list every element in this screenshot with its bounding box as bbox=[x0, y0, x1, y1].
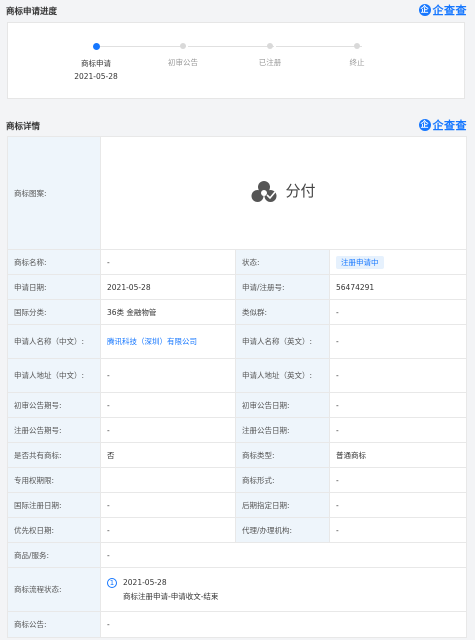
table-row: 注册公告期号: - 注册公告日期: - bbox=[7, 417, 467, 443]
step-label: 商标申请 bbox=[81, 59, 111, 68]
field-label: 注册公告日期: bbox=[235, 417, 330, 443]
table-row: 商标流程状态: 1 2021-05-28 商标注册申请-申请收文-结束 bbox=[7, 567, 467, 612]
field-label: 初审公告期号: bbox=[7, 392, 101, 418]
step-dot bbox=[354, 43, 360, 49]
field-value: - bbox=[329, 299, 467, 325]
fenfu-logo-icon bbox=[251, 180, 277, 202]
field-label: 申请人名称（英文）: bbox=[235, 324, 330, 359]
trademark-text: 分付 bbox=[285, 182, 316, 200]
qcc-logo-icon: 企 bbox=[418, 4, 431, 16]
field-value: - bbox=[329, 324, 467, 359]
table-row: 优先权日期: - 代理/办理机构: - bbox=[7, 517, 467, 543]
step-label: 已注册 bbox=[258, 58, 282, 67]
flow-description: 商标注册申请-申请收文-结束 bbox=[123, 592, 219, 601]
field-value: 56474291 bbox=[329, 274, 467, 300]
field-label: 申请人名称（中文）: bbox=[7, 324, 101, 359]
flow-step-number: 1 bbox=[107, 578, 117, 588]
field-label: 初审公告日期: bbox=[235, 392, 330, 418]
field-value: - bbox=[100, 417, 236, 443]
field-value: 36类 金融物管 bbox=[100, 299, 236, 325]
table-row: 商标名称: - 状态: 注册申请中 bbox=[7, 249, 467, 275]
field-value: - bbox=[100, 542, 467, 568]
field-label: 国际注册日期: bbox=[7, 492, 101, 518]
field-value: - bbox=[329, 517, 467, 543]
field-label: 申请人地址（中文）: bbox=[7, 358, 101, 393]
field-value: 2021-05-28 bbox=[100, 274, 236, 300]
step-registered: 已注册 bbox=[230, 43, 310, 68]
field-value: - bbox=[100, 492, 236, 518]
table-row: 商标公告: - bbox=[7, 611, 467, 638]
field-value: - bbox=[100, 249, 236, 275]
progress-card: 商标申请 2021-05-28 初审公告 已注册 终止 bbox=[7, 22, 465, 99]
field-label: 专用权期限: bbox=[7, 467, 101, 493]
field-label: 商标形式: bbox=[235, 467, 330, 493]
trademark-image: 分付 bbox=[100, 136, 467, 250]
field-label: 申请/注册号: bbox=[235, 274, 330, 300]
table-row: 商品/服务: - bbox=[7, 542, 467, 568]
field-label: 类似群: bbox=[235, 299, 330, 325]
field-label: 注册公告期号: bbox=[7, 417, 101, 443]
details-title: 商标详情 bbox=[6, 122, 41, 132]
table-row: 国际注册日期: - 后期指定日期: - bbox=[7, 492, 467, 518]
status-badge: 注册申请中 bbox=[336, 255, 384, 269]
flow-cell: 1 2021-05-28 商标注册申请-申请收文-结束 bbox=[100, 567, 467, 612]
field-value: - bbox=[100, 611, 467, 638]
step-dot bbox=[180, 43, 186, 49]
field-label: 申请日期: bbox=[7, 274, 101, 300]
qcc-logo-icon: 企 bbox=[418, 119, 431, 131]
field-value: - bbox=[100, 392, 236, 418]
table-row: 商标图案: 分付 bbox=[7, 136, 467, 250]
field-label: 后期指定日期: bbox=[235, 492, 330, 518]
field-value: - bbox=[329, 467, 467, 493]
step-dot bbox=[267, 43, 273, 49]
field-value: - bbox=[329, 392, 467, 418]
step-preliminary: 初审公告 bbox=[143, 43, 223, 68]
field-label: 商标公告: bbox=[7, 611, 101, 638]
field-label: 是否共有商标: bbox=[7, 442, 101, 468]
table-row: 申请人地址（中文）: - 申请人地址（英文）: - bbox=[7, 358, 467, 393]
field-value bbox=[100, 467, 236, 493]
brand-name: 企查查 bbox=[432, 4, 467, 17]
field-label: 优先权日期: bbox=[7, 517, 101, 543]
label-logo: 商标图案: bbox=[7, 136, 101, 250]
step-dot-active bbox=[92, 43, 100, 50]
field-value: - bbox=[329, 417, 467, 443]
field-value: - bbox=[100, 517, 236, 543]
field-value: 普通商标 bbox=[329, 442, 467, 468]
field-label: 申请人地址（英文）: bbox=[235, 358, 330, 393]
table-row: 申请人名称（中文）: 腾讯科技（深圳）有限公司 申请人名称（英文）: - bbox=[7, 324, 467, 359]
table-row: 专用权期限: 商标形式: - bbox=[7, 467, 467, 493]
field-label: 商标类型: bbox=[235, 442, 330, 468]
brand-logo[interactable]: 企 企查查 bbox=[418, 117, 468, 133]
field-value: 否 bbox=[100, 442, 236, 468]
table-row: 初审公告期号: - 初审公告日期: - bbox=[7, 392, 467, 418]
progress-title: 商标申请进度 bbox=[6, 7, 58, 17]
field-value: - bbox=[329, 358, 467, 393]
field-label: 商标名称: bbox=[7, 249, 101, 275]
field-label: 商标流程状态: bbox=[7, 567, 101, 612]
field-label: 商品/服务: bbox=[7, 542, 101, 568]
applicant-link[interactable]: 腾讯科技（深圳）有限公司 bbox=[107, 337, 197, 346]
table-row: 是否共有商标: 否 商标类型: 普通商标 bbox=[7, 442, 467, 468]
step-terminated: 终止 bbox=[317, 43, 397, 68]
table-row: 申请日期: 2021-05-28 申请/注册号: 56474291 bbox=[7, 274, 467, 300]
flow-item: 1 2021-05-28 商标注册申请-申请收文-结束 bbox=[107, 577, 460, 602]
field-label: 状态: bbox=[235, 249, 330, 275]
field-label: 代理/办理机构: bbox=[235, 517, 330, 543]
field-value: - bbox=[100, 358, 236, 393]
field-value: - bbox=[329, 492, 467, 518]
step-apply: 商标申请 2021-05-28 bbox=[56, 43, 136, 81]
trademark-detail-table: 商标图案: 分付 商标名称: - 状态: 注册申请中 申请日期: 2021-05… bbox=[7, 136, 467, 638]
field-label: 国际分类: bbox=[7, 299, 101, 325]
progress-header: 商标申请进度 企 企查查 bbox=[0, 0, 475, 20]
details-header: 商标详情 企 企查查 bbox=[0, 115, 475, 135]
table-row: 国际分类: 36类 金融物管 类似群: - bbox=[7, 299, 467, 325]
brand-name: 企查查 bbox=[432, 119, 467, 132]
step-label: 初审公告 bbox=[168, 58, 198, 67]
flow-date: 2021-05-28 bbox=[123, 578, 167, 587]
step-label: 终止 bbox=[349, 58, 365, 67]
brand-logo[interactable]: 企 企查查 bbox=[418, 2, 468, 18]
step-date: 2021-05-28 bbox=[74, 72, 118, 81]
